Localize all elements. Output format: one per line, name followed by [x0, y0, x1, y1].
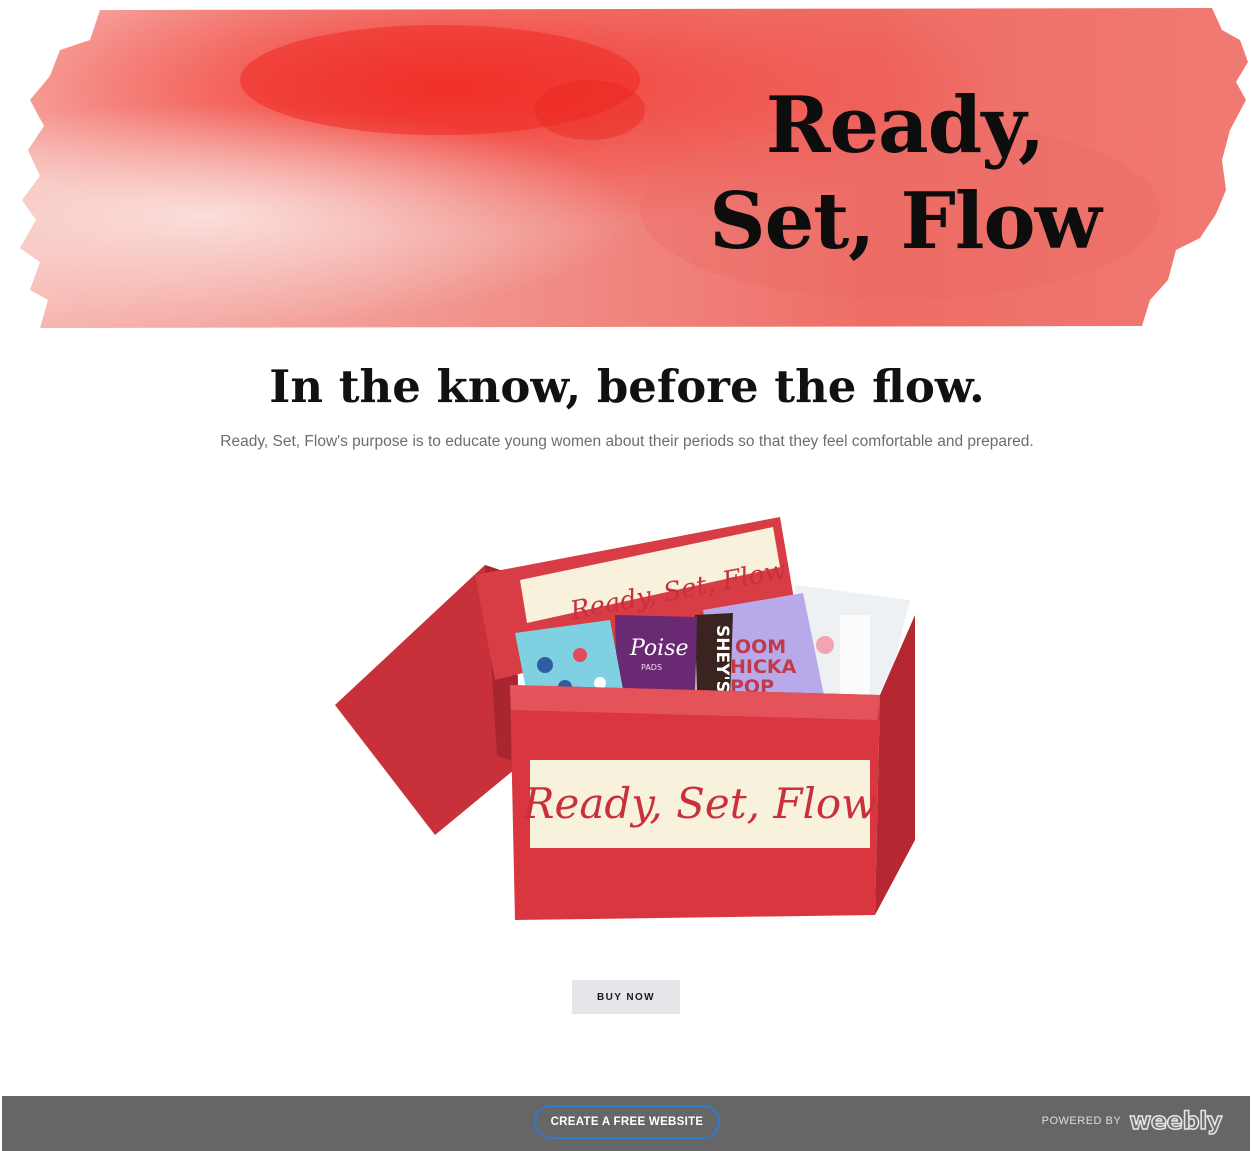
weebly-logo: weebly [1128, 1106, 1223, 1136]
page-headline: In the know, before the flow. [269, 360, 985, 413]
box-label-text: Ready, Set, Flow [522, 779, 877, 828]
purpose-text: Ready, Set, Flow's purpose is to educate… [220, 433, 1034, 450]
chocolate-bar: SHEY'S [695, 613, 733, 702]
powered-by-weebly[interactable]: POWERED BY weebly [1041, 1106, 1224, 1136]
pads-sub: PADS [641, 663, 662, 672]
product-image: Ready, Set, Flow OOM HICKA POP SHEY'S Po… [325, 505, 925, 945]
header-banner: Ready, Set, Flow [0, 0, 1254, 335]
create-free-website-button[interactable]: CREATE A FREE WEBSITE [534, 1105, 720, 1139]
footer-bar: CREATE A FREE WEBSITE POWERED BY weebly [2, 1096, 1250, 1151]
site-title: Ready, Set, Flow [709, 80, 1101, 267]
period-kit-box-illustration: Ready, Set, Flow OOM HICKA POP SHEY'S Po… [335, 517, 915, 920]
pads-brand: Poise [629, 636, 689, 661]
chocolate-label: SHEY'S [712, 625, 732, 693]
buy-now-button[interactable]: BUY NOW [572, 980, 680, 1014]
popcorn-line-1: OOM [735, 636, 786, 658]
powered-by-label: POWERED BY [1041, 1115, 1122, 1127]
popcorn-line-2: HICKA [730, 656, 797, 678]
